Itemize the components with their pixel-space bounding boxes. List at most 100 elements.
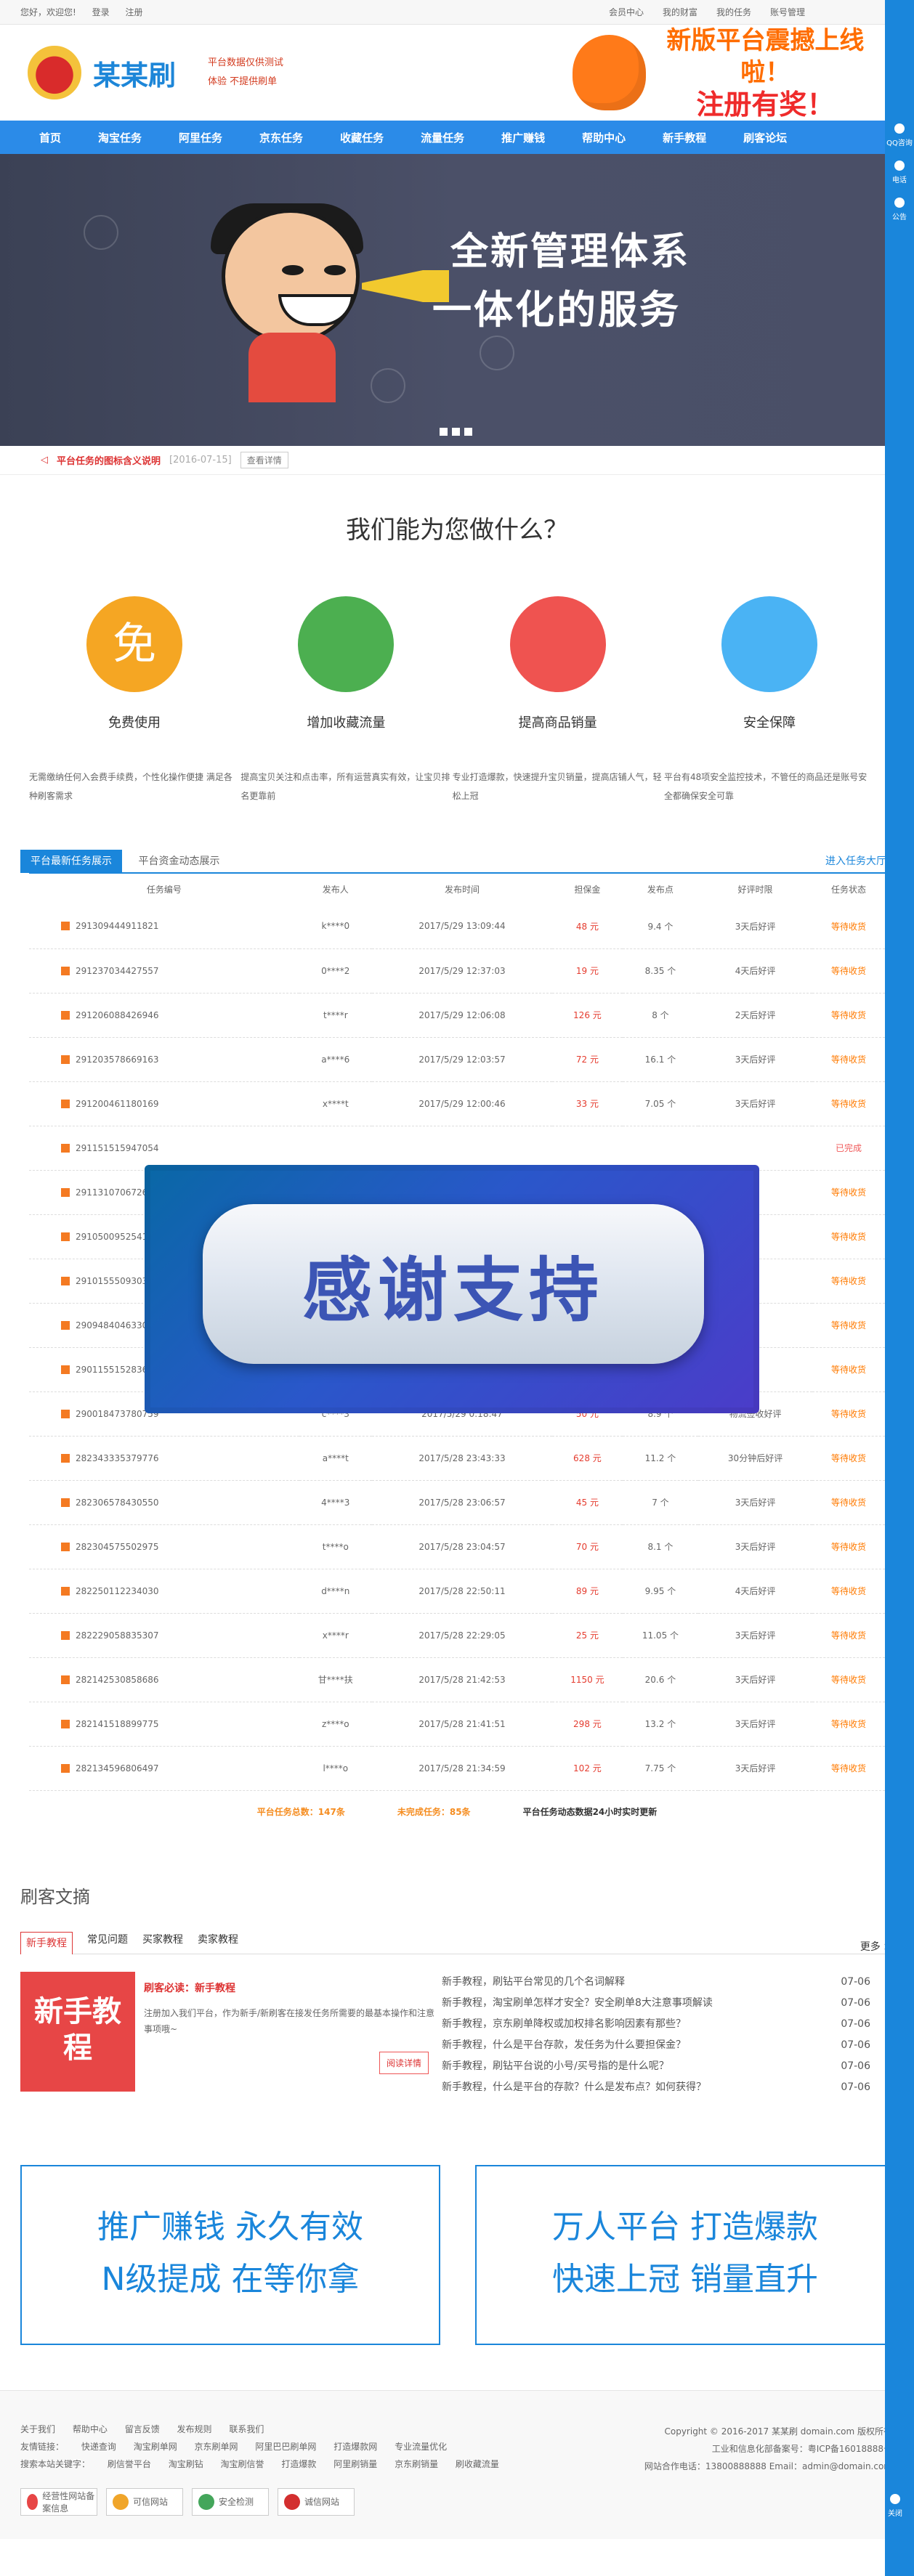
task-id-cell[interactable]: 282229058835307 (29, 1613, 299, 1658)
member-center-link[interactable]: 会员中心 (609, 6, 644, 18)
tab-seller[interactable]: 卖家教程 (198, 1932, 238, 1954)
task-id-cell[interactable]: 282343335379776 (29, 1436, 299, 1481)
table-row[interactable]: 291206088426946 t****r 2017/5/29 12:06:08 1… (29, 993, 885, 1038)
task-id-cell[interactable]: 282141518899775 (29, 1702, 299, 1747)
login-link[interactable]: 登录 (92, 7, 110, 17)
article-title[interactable]: 新手教程，刷钻平台常见的几个名词解释 (442, 1972, 625, 1993)
keyword-link[interactable]: 刷信誉平台 (108, 2459, 151, 2469)
friend-link[interactable]: 京东刷单网 (195, 2442, 238, 2452)
article-title[interactable]: 新手教程，刷钻平台说的小号/买号指的是什么呢？ (442, 2056, 669, 2077)
article-item[interactable]: 新手教程，刷钻平台说的小号/买号指的是什么呢？ 07-06 (442, 2056, 870, 2077)
task-id-cell[interactable]: 282250112234030 (29, 1569, 299, 1614)
footer-link-rules[interactable]: 发布规则 (177, 2424, 212, 2434)
wealth-link[interactable]: 我的财富 (663, 6, 697, 18)
keyword-link[interactable]: 京东刷销量 (395, 2459, 438, 2469)
article-item[interactable]: 新手教程，什么是平台的存款？什么是发布点？如何获得？ 07-06 (442, 2077, 870, 2098)
carousel-dots[interactable] (440, 428, 472, 436)
article-item[interactable]: 新手教程，淘宝刷单怎样才安全？安全刷单8大注意事项解读 07-06 (442, 1993, 870, 2014)
close-sidebar-button[interactable]: 关闭 (888, 2494, 902, 2518)
badge-icon[interactable]: 安全检测 (192, 2487, 269, 2516)
cell-text: 3天后好评 (735, 1099, 776, 1109)
notice-title[interactable]: 平台任务的图标含义说明 (57, 453, 161, 467)
header-ad[interactable]: 新版平台震撼上线啦！ 注册有奖！ (573, 26, 885, 121)
table-row[interactable]: 291151515947054 已完成 (29, 1126, 885, 1171)
footer-link-about[interactable]: 关于我们 (20, 2424, 55, 2434)
task-id-cell[interactable]: 291203578669163 (29, 1037, 299, 1082)
friend-link[interactable]: 专业流量优化 (395, 2442, 447, 2452)
task-id-cell[interactable]: 291237034427557 (29, 948, 299, 994)
table-row[interactable]: 291203578669163 a****6 2017/5/29 12:03:57 7… (29, 1037, 885, 1082)
task-id-cell[interactable]: 291200461180169 (29, 1081, 299, 1126)
article-item[interactable]: 新手教程，刷钻平台常见的几个名词解释 07-06 (442, 1972, 870, 1993)
friend-link[interactable]: 淘宝刷单网 (134, 2442, 177, 2452)
table-row[interactable]: 291237034427557 0****2 2017/5/29 12:37:03 1… (29, 948, 885, 994)
featured-title[interactable]: 刷客必读：新手教程 (144, 1980, 442, 1995)
friend-link[interactable]: 快递查询 (81, 2442, 116, 2452)
nav-taobao[interactable]: 淘宝任务 (98, 130, 142, 145)
table-row[interactable]: 291200461180169 x****t 2017/5/29 12:00:46 3… (29, 1081, 885, 1126)
keyword-link[interactable]: 刷收藏流量 (456, 2459, 499, 2469)
article-title[interactable]: 新手教程，京东刷单降权或加权排名影响因素有那些？ (442, 2014, 686, 2035)
table-row[interactable]: 282134596806497 l****o 2017/5/28 21:34:59 1… (29, 1746, 885, 1791)
badge-icon[interactable]: 诚信网站 (278, 2487, 355, 2516)
task-id-cell[interactable]: 282304575502975 (29, 1524, 299, 1569)
table-row[interactable]: 282142530858686 甘****扶 2017/5/28 21:42:53 1… (29, 1657, 885, 1702)
promo-referral[interactable]: 推广赚钱 永久有效 N级提成 在等你拿 (20, 2164, 440, 2345)
tab-faq[interactable]: 常见问题 (87, 1932, 128, 1954)
nav-traffic[interactable]: 流量任务 (421, 130, 464, 145)
phone-button[interactable]: 电话 (885, 161, 914, 184)
cell-text: 0****2 (321, 965, 350, 976)
tab-latest-tasks[interactable]: 平台最新任务展示 (20, 850, 122, 873)
table-row[interactable]: 291309444911821 k****0 2017/5/29 13:09:44 4… (29, 904, 885, 949)
tab-buyer[interactable]: 买家教程 (142, 1932, 183, 1954)
tab-newbie[interactable]: 新手教程 (20, 1931, 73, 1954)
keyword-link[interactable]: 淘宝刷信誉 (221, 2459, 264, 2469)
nav-forum[interactable]: 刷客论坛 (743, 130, 787, 145)
table-row[interactable]: 282304575502975 t****o 2017/5/28 23:04:57 7… (29, 1524, 885, 1569)
read-detail-button[interactable]: 阅读详情 (379, 2051, 429, 2074)
article-title[interactable]: 新手教程，淘宝刷单怎样才安全？安全刷单8大注意事项解读 (442, 1993, 713, 2014)
account-link[interactable]: 账号管理 (770, 6, 805, 18)
nav-home[interactable]: 首页 (39, 130, 61, 145)
summary-note: 平台任务动态数据24小时实时更新 (522, 1807, 658, 1817)
badge-icon[interactable]: 可信网站 (106, 2487, 183, 2516)
task-link[interactable]: 我的任务 (716, 6, 751, 18)
footer-link-help[interactable]: 帮助中心 (73, 2424, 108, 2434)
badge-icon[interactable]: 经营性网站备案信息 (20, 2487, 97, 2516)
qq-consult-button[interactable]: QQ咨询 (885, 123, 914, 147)
notice-detail-button[interactable]: 查看详情 (240, 452, 288, 468)
task-id-cell[interactable]: 291309444911821 (29, 904, 299, 949)
register-link[interactable]: 注册 (125, 7, 142, 17)
keyword-link[interactable]: 打造爆款 (281, 2459, 316, 2469)
tab-fund-dynamics[interactable]: 平台资金动态展示 (138, 856, 219, 867)
task-id-cell[interactable]: 282142530858686 (29, 1657, 299, 1702)
task-id-cell[interactable]: 282134596806497 (29, 1746, 299, 1791)
nav-tutorial[interactable]: 新手教程 (663, 130, 706, 145)
footer-link-contact[interactable]: 联系我们 (229, 2424, 264, 2434)
nav-collect[interactable]: 收藏任务 (340, 130, 384, 145)
friend-link[interactable]: 阿里巴巴刷单网 (255, 2442, 316, 2452)
nav-help[interactable]: 帮助中心 (582, 130, 626, 145)
table-row[interactable]: 282343335379776 a****t 2017/5/28 23:43:33 6… (29, 1436, 885, 1481)
keyword-link[interactable]: 阿里刷销量 (333, 2459, 377, 2469)
article-title[interactable]: 新手教程，什么是平台存款，发任务为什么要担保金？ (442, 2035, 686, 2056)
announcement-button[interactable]: 公告 (885, 198, 914, 222)
table-row[interactable]: 282250112234030 d****n 2017/5/28 22:50:11 8… (29, 1569, 885, 1614)
table-row[interactable]: 282141518899775 z****o 2017/5/28 21:41:51 2… (29, 1702, 885, 1747)
enter-task-hall-link[interactable]: 进入任务大厅 (825, 853, 886, 868)
task-id-cell[interactable]: 291206088426946 (29, 993, 299, 1038)
footer-link-feedback[interactable]: 留言反馈 (125, 2424, 160, 2434)
keyword-link[interactable]: 淘宝刷钻 (169, 2459, 203, 2469)
nav-jd[interactable]: 京东任务 (259, 130, 303, 145)
friend-link[interactable]: 打造爆款网 (333, 2442, 377, 2452)
table-row[interactable]: 282306578430550 4****3 2017/5/28 23:06:57 4… (29, 1480, 885, 1525)
article-item[interactable]: 新手教程，京东刷单降权或加权排名影响因素有那些？ 07-06 (442, 2014, 870, 2035)
promo-platform[interactable]: 万人平台 打造爆款 快速上冠 销量直升 (475, 2164, 895, 2345)
task-id-cell[interactable]: 291151515947054 (29, 1126, 299, 1171)
nav-promote[interactable]: 推广赚钱 (501, 130, 545, 145)
nav-ali[interactable]: 阿里任务 (179, 130, 222, 145)
article-item[interactable]: 新手教程，什么是平台存款，发任务为什么要担保金？ 07-06 (442, 2035, 870, 2056)
table-row[interactable]: 282229058835307 x****r 2017/5/28 22:29:05 2… (29, 1613, 885, 1658)
article-title[interactable]: 新手教程，什么是平台的存款？什么是发布点？如何获得？ (442, 2077, 706, 2098)
task-id-cell[interactable]: 282306578430550 (29, 1480, 299, 1525)
